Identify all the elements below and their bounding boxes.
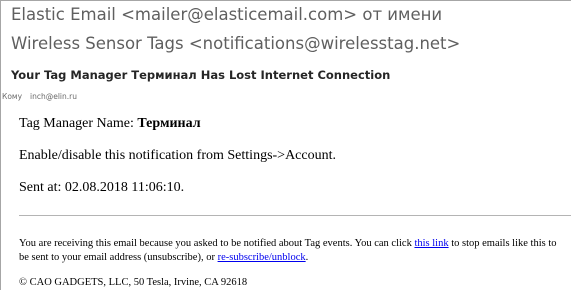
manager-label: Tag Manager Name: <box>19 116 138 131</box>
footer-divider <box>19 215 571 216</box>
footer-notice: You are receiving this email because you… <box>19 237 569 265</box>
copyright-notice: © CAO GADGETS, LLC, 50 Tesla, Irvine, CA… <box>19 277 248 288</box>
tag-manager-name-line: Tag Manager Name: Терминал <box>19 116 201 132</box>
resubscribe-link[interactable]: re-subscribe/unblock <box>218 252 306 263</box>
sent-timestamp: 02.08.2018 11:06:10. <box>64 180 185 195</box>
to-label: Кому <box>2 92 23 101</box>
recipient-address: inch@elin.ru <box>30 92 77 101</box>
email-reading-pane: Elastic Email <mailer@elasticemail.com> … <box>0 0 571 290</box>
footer-text-1: You are receiving this email because you… <box>19 238 415 249</box>
footer-text-3: . <box>305 252 309 263</box>
unsubscribe-link[interactable]: this link <box>414 238 448 249</box>
recipient-row: Кому inch@elin.ru <box>2 92 77 101</box>
sent-label: Sent at: <box>19 180 65 195</box>
notification-settings-line: Enable/disable this notification from Se… <box>19 148 336 163</box>
sender-on-behalf-line: Wireless Sensor Tags <notifications@wire… <box>11 34 461 53</box>
manager-name: Терминал <box>137 116 201 131</box>
sender-line: Elastic Email <mailer@elasticemail.com> … <box>11 5 443 24</box>
sent-at-line: Sent at: 02.08.2018 11:06:10. <box>19 180 184 196</box>
email-subject: Your Tag Manager Терминал Has Lost Inter… <box>11 68 391 82</box>
